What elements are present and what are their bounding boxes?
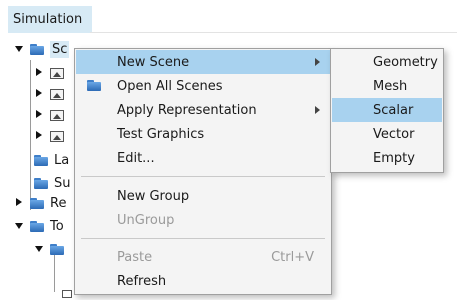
tree-item-label: Su [54, 175, 71, 191]
menu-item-label: Test Graphics [117, 126, 205, 142]
menu-item-ungroup: UnGroup [76, 208, 330, 232]
tree-item-scene[interactable] [34, 126, 70, 146]
tree-item-label: Re [50, 195, 67, 211]
folder-icon [50, 243, 64, 255]
submenu-item-label: Vector [373, 126, 415, 142]
menu-item-refresh[interactable]: Refresh [76, 269, 330, 293]
simulation-header: Simulation [0, 0, 457, 40]
submenu-item-label: Empty [373, 150, 415, 166]
annotation-icon [62, 290, 72, 298]
submenu-item-label: Mesh [373, 78, 408, 94]
open-folder-icon [87, 80, 101, 91]
tree-item-scene[interactable] [34, 63, 70, 83]
submenu-item-empty[interactable]: Empty [332, 146, 442, 170]
tree-item-subfolder[interactable] [34, 239, 70, 259]
submenu-arrow-icon [315, 58, 320, 66]
menu-separator [81, 238, 325, 239]
menu-item-label: Open All Scenes [117, 78, 223, 94]
collapsed-arrow-icon[interactable] [34, 88, 44, 100]
menu-item-label: New Group [117, 188, 190, 204]
simulation-title: Simulation [13, 12, 83, 27]
scene-icon [50, 88, 64, 100]
collapsed-arrow-icon[interactable] [34, 109, 44, 121]
menu-item-label: New Scene [117, 54, 190, 70]
submenu-item-vector[interactable]: Vector [332, 122, 442, 146]
menu-item-edit[interactable]: Edit... [76, 146, 330, 170]
tree-item-scene[interactable] [34, 105, 70, 125]
scene-icon [50, 109, 64, 121]
menu-item-apply-representation[interactable]: Apply Representation [76, 98, 330, 122]
collapsed-arrow-icon[interactable] [34, 130, 44, 142]
folder-icon [30, 43, 44, 55]
menu-item-shortcut: Ctrl+V [271, 249, 314, 265]
expand-arrow-icon[interactable] [14, 220, 24, 232]
scene-icon [50, 130, 64, 142]
menu-item-open-all-scenes[interactable]: Open All Scenes [76, 74, 330, 98]
tree-item-scenes[interactable]: Sc [14, 39, 70, 59]
simulation-tab[interactable]: Simulation [8, 6, 92, 33]
tree-item-summaries[interactable]: Su [34, 173, 71, 193]
submenu-arrow-icon [315, 106, 320, 114]
header-divider [90, 32, 457, 33]
tree-item-label: La [54, 152, 70, 168]
menu-item-test-graphics[interactable]: Test Graphics [76, 122, 330, 146]
tree-item-tools[interactable]: To [14, 216, 64, 236]
menu-item-new-group[interactable]: New Group [76, 184, 330, 208]
collapsed-arrow-icon[interactable] [14, 197, 24, 209]
menu-item-label: Paste [117, 249, 153, 265]
expand-arrow-icon[interactable] [34, 243, 44, 255]
submenu-item-label: Geometry [373, 54, 438, 70]
menu-item-label: Edit... [117, 150, 155, 166]
collapsed-arrow-icon[interactable] [34, 67, 44, 79]
submenu-item-geometry[interactable]: Geometry [332, 50, 442, 74]
folder-icon [34, 154, 48, 166]
new-scene-submenu: Geometry Mesh Scalar Vector Empty [330, 48, 444, 173]
submenu-item-label: Scalar [373, 102, 414, 118]
submenu-item-scalar[interactable]: Scalar [332, 98, 442, 122]
menu-separator [81, 176, 325, 177]
menu-item-label: Apply Representation [117, 102, 257, 118]
tree-guide-line [30, 60, 31, 210]
tree-item-reports[interactable]: Re [14, 193, 66, 213]
submenu-item-mesh[interactable]: Mesh [332, 74, 442, 98]
menu-item-label: Refresh [117, 273, 167, 289]
menu-item-new-scene[interactable]: New Scene [76, 50, 330, 74]
tree-item-layouts[interactable]: La [34, 150, 69, 170]
folder-icon [30, 197, 44, 209]
folder-icon [30, 220, 44, 232]
expand-arrow-icon[interactable] [14, 43, 24, 55]
tree-item-label: To [50, 218, 64, 234]
tree-item-label: Sc [50, 40, 70, 58]
menu-item-label: UnGroup [117, 212, 175, 228]
tree-item-scene[interactable] [34, 84, 70, 104]
scene-icon [50, 67, 64, 79]
context-menu: New Scene Open All Scenes Apply Represen… [74, 48, 332, 295]
folder-icon [34, 177, 48, 189]
menu-item-paste: Paste Ctrl+V [76, 245, 330, 269]
